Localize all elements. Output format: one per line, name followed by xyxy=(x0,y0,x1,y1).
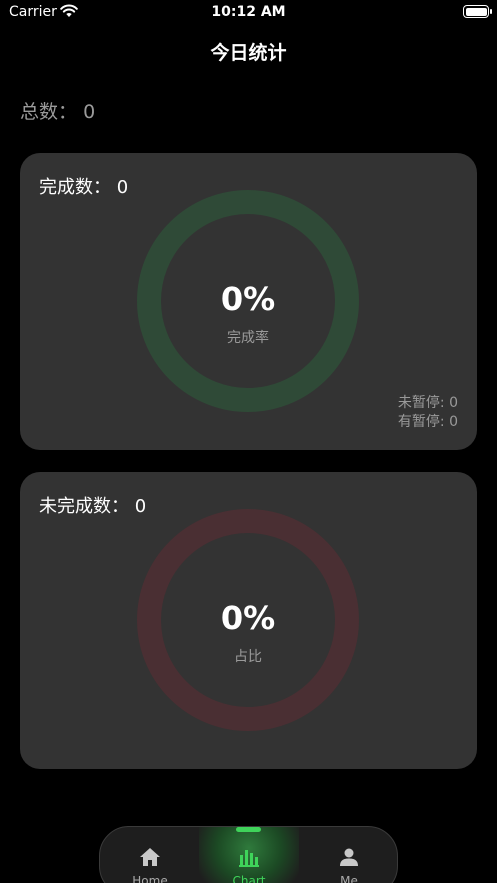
incomplete-label: 未完成数： xyxy=(39,496,129,517)
tab-chart-label: Chart xyxy=(232,874,266,883)
total-value: 0 xyxy=(83,101,96,123)
completion-caption: 完成率 xyxy=(227,330,269,346)
completed-value: 0 xyxy=(116,177,129,198)
clock: 10:12 AM xyxy=(211,4,286,20)
total-label: 总数： xyxy=(20,101,78,123)
house-icon xyxy=(140,848,160,866)
tab-home[interactable]: Home xyxy=(100,827,200,883)
incomplete-caption: 占比 xyxy=(234,649,262,665)
page-title: 今日统计 xyxy=(210,42,287,64)
tab-home-label: Home xyxy=(132,874,168,883)
completed-card: 完成数： 0 0% 完成率 未暂停: 0 有暂停: 0 xyxy=(20,153,477,450)
tab-me-label: Me xyxy=(340,874,358,883)
tab-bar: Home Chart Me xyxy=(99,826,398,883)
completion-ring-center: 0% 完成率 xyxy=(137,190,359,412)
status-bar: Carrier 10:12 AM xyxy=(0,0,497,26)
tab-chart[interactable]: Chart xyxy=(199,827,299,883)
not-paused-stat: 未暂停: 0 xyxy=(397,395,458,411)
completed-label: 完成数： xyxy=(39,177,111,198)
battery-icon xyxy=(463,5,492,18)
pause-stats: 未暂停: 0 有暂停: 0 xyxy=(398,394,458,432)
incomplete-card: 未完成数： 0 0% 占比 xyxy=(20,472,477,769)
incomplete-count: 未完成数： 0 xyxy=(39,492,146,518)
total-count: 总数： 0 xyxy=(20,97,95,124)
incomplete-ring-center: 0% 占比 xyxy=(137,509,359,731)
completed-count: 完成数： 0 xyxy=(39,173,128,199)
bar-chart-icon xyxy=(239,850,259,867)
statistics-screen: Carrier 10:12 AM 今日统计 总数： 0 完成数： 0 0% 完成… xyxy=(0,0,497,883)
tab-me[interactable]: Me xyxy=(299,827,397,883)
person-icon xyxy=(340,848,358,866)
incomplete-percent: 0% xyxy=(220,599,276,637)
paused-stat: 有暂停: 0 xyxy=(397,414,458,430)
completion-percent: 0% xyxy=(220,280,276,318)
active-tab-indicator xyxy=(236,827,261,832)
